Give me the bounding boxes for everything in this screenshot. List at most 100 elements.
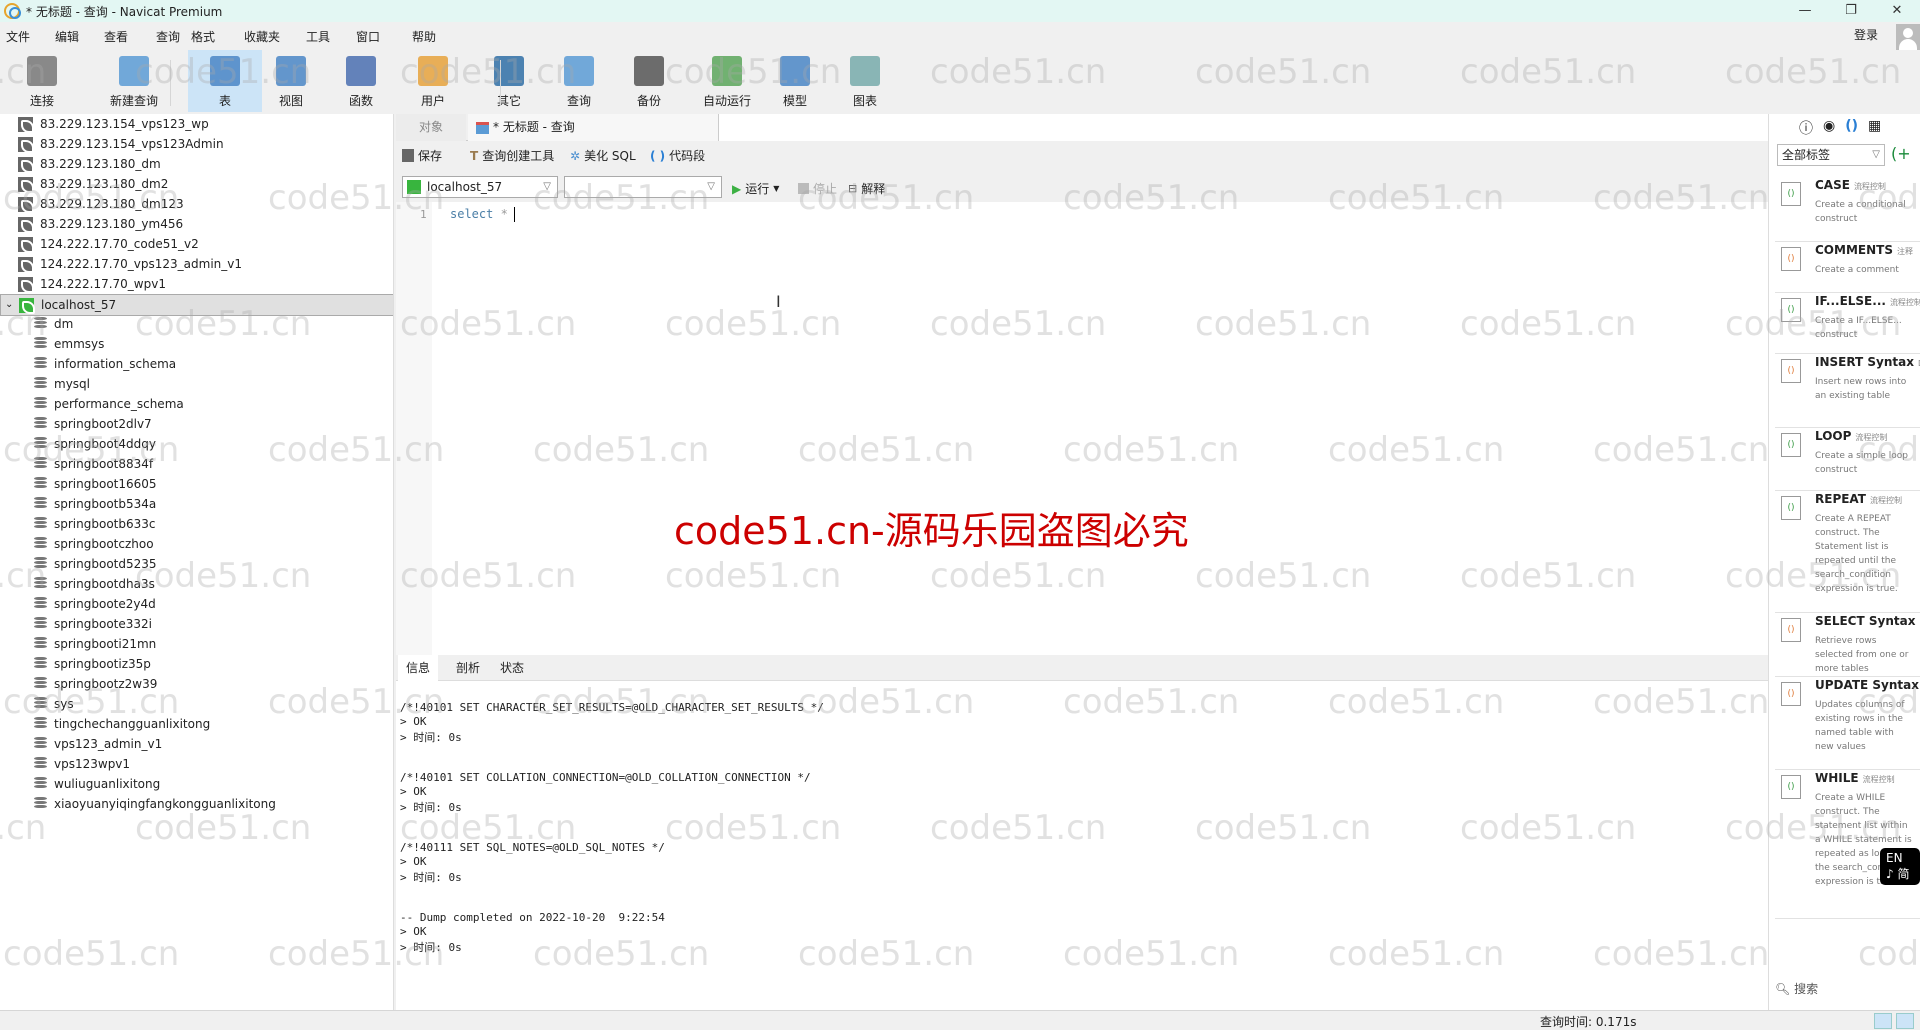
avatar-icon[interactable] — [1896, 24, 1920, 50]
tree-database-item[interactable]: vps123_admin_v1 — [0, 734, 393, 754]
tree-database-item[interactable]: emmsys — [0, 334, 393, 354]
tab-query[interactable]: * 无标题 - 查询 — [468, 114, 718, 141]
tree-database-item[interactable]: springbootiz35p — [0, 654, 393, 674]
result-tab[interactable]: 信息 — [398, 655, 439, 681]
tree-database-item[interactable]: springbootb534a — [0, 494, 393, 514]
menu-item[interactable]: 编辑 — [55, 28, 79, 45]
tree-database-item[interactable]: performance_schema — [0, 394, 393, 414]
tree-connection-item-active[interactable]: ⌄ localhost_57 — [0, 294, 393, 316]
snippet-item[interactable]: () CASE 流程控制 Create a conditional construct — [1775, 176, 1920, 242]
tree-connection-item[interactable]: 83.229.123.180_ym456 — [0, 214, 393, 234]
menu-item[interactable]: 窗口 — [356, 28, 380, 45]
tree-database-item[interactable]: springboote332i — [0, 614, 393, 634]
tree-database-item[interactable]: springboot4ddqy — [0, 434, 393, 454]
snippet-item[interactable]: () COMMENTS 注释 Create a comment — [1775, 241, 1920, 293]
tree-database-item[interactable]: springbootczhoo — [0, 534, 393, 554]
snippet-item[interactable]: () SELECT SyntaxDML Retrieve rows selected… — [1775, 612, 1920, 677]
table-icon — [210, 56, 240, 86]
toolbar-function-button[interactable]: 函数 — [326, 50, 396, 112]
right-panel-toggle-icon[interactable] — [1896, 1013, 1914, 1029]
login-link[interactable]: 登录 — [1854, 26, 1878, 43]
tree-connection-item[interactable]: 83.229.123.154_vps123Admin — [0, 134, 393, 154]
maximize-button[interactable]: ❐ — [1828, 0, 1874, 22]
code-snippet-button[interactable]: ( ) 代码段 — [650, 147, 705, 164]
save-button[interactable]: 保存 — [402, 147, 442, 164]
menu-item[interactable]: 查询 — [156, 28, 180, 45]
tree-connection-item[interactable]: 124.222.17.70_wpv1 — [0, 274, 393, 294]
menu-item[interactable]: 工具 — [306, 28, 330, 45]
snippet-item[interactable]: () INSERT SyntaxDML Insert new rows into a… — [1775, 353, 1920, 428]
stop-button[interactable]: 停止 — [798, 180, 837, 197]
database-name: springboot8834f — [54, 457, 154, 471]
toolbar-user-button[interactable]: 用户 — [398, 50, 468, 112]
grid-layout-icon[interactable]: ▦ — [1868, 118, 1881, 138]
explain-button[interactable]: ⊟ 解释 — [848, 180, 885, 197]
tree-database-item[interactable]: springbootd5235 — [0, 554, 393, 574]
toolbar-connect-button[interactable]: 连接 — [12, 50, 72, 112]
database-select[interactable]: ▽ — [564, 176, 722, 198]
menu-item[interactable]: 文件 — [6, 28, 30, 45]
menu-item[interactable]: 格式 — [191, 28, 215, 45]
toolbar-automation-button[interactable]: 自动运行 — [682, 50, 772, 112]
snippet-search-input[interactable]: 🔍︎ 搜索 — [1775, 980, 1818, 997]
snippet-item[interactable]: () REPEAT 流程控制 Create A REPEAT construct. T… — [1775, 490, 1920, 613]
tree-database-item[interactable]: vps123wpv1 — [0, 754, 393, 774]
tree-database-item[interactable]: springbooti21mn — [0, 634, 393, 654]
tree-database-item[interactable]: dm — [0, 314, 393, 334]
snippet-item[interactable]: () IF...ELSE... 流程控制 Create a IF...ELSE... … — [1775, 292, 1920, 354]
tree-database-item[interactable]: springboot2dlv7 — [0, 414, 393, 434]
tree-database-item[interactable]: springbootb633c — [0, 514, 393, 534]
menu-item[interactable]: 帮助 — [412, 28, 436, 45]
info-icon[interactable]: ⓘ — [1799, 118, 1813, 138]
menu-item[interactable]: 收藏夹 — [244, 28, 280, 45]
beautify-sql-button[interactable]: ✲ 美化 SQL — [570, 147, 636, 164]
snippet-braces-icon[interactable]: () — [1845, 118, 1858, 138]
query-builder-button[interactable]: T 查询创建工具 — [470, 147, 554, 164]
toolbar-new-query-button[interactable]: 新建查询 — [86, 50, 182, 112]
connection-select[interactable]: localhost_57 ▽ — [402, 176, 558, 198]
tree-database-item[interactable]: sys — [0, 694, 393, 714]
tree-database-item[interactable]: mysql — [0, 374, 393, 394]
tree-database-item[interactable]: tingchechangguanlixitong — [0, 714, 393, 734]
toolbar-table-button[interactable]: 表 — [188, 50, 262, 112]
eye-icon[interactable]: ◉ — [1823, 118, 1835, 138]
snippet-item[interactable]: () WHILE 流程控制 Create a WHILE construct. The… — [1775, 769, 1920, 919]
tree-connection-item[interactable]: 83.229.123.180_dm123 — [0, 194, 393, 214]
close-button[interactable]: ✕ — [1874, 0, 1920, 22]
result-tab[interactable]: 状态 — [492, 655, 532, 681]
minimize-button[interactable]: — — [1782, 0, 1828, 22]
tree-database-item[interactable]: springbootz2w39 — [0, 674, 393, 694]
toolbar-backup-button[interactable]: 备份 — [614, 50, 684, 112]
expand-chevron-icon[interactable]: ⌄ — [5, 295, 13, 315]
sql-code[interactable]: select * — [450, 207, 515, 222]
run-button[interactable]: ▶ 运行 ▼ — [732, 180, 779, 197]
tree-database-item[interactable]: springbootdha3s — [0, 574, 393, 594]
tree-database-item[interactable]: xiaoyuanyiqingfangkongguanlixitong — [0, 794, 393, 814]
toolbar-view-button[interactable]: 视图 — [256, 50, 326, 112]
tree-connection-item[interactable]: 83.229.123.154_vps123_wp — [0, 114, 393, 134]
tree-database-item[interactable]: springboot8834f — [0, 454, 393, 474]
toolbar-model-button[interactable]: 模型 — [760, 50, 830, 112]
snippet-item[interactable]: () UPDATE SyntaxDML Updates columns of exi… — [1775, 676, 1920, 770]
tree-connection-item[interactable]: 124.222.17.70_vps123_admin_v1 — [0, 254, 393, 274]
add-snippet-icon[interactable]: (+ — [1891, 144, 1911, 163]
run-dropdown-icon[interactable]: ▼ — [773, 184, 779, 193]
database-icon — [34, 737, 47, 752]
tree-database-item[interactable]: springboote2y4d — [0, 594, 393, 614]
toolbar-chart-button[interactable]: 图表 — [830, 50, 900, 112]
tab-objects[interactable]: 对象 — [396, 114, 466, 141]
snippet-item[interactable]: () LOOP 流程控制 Create a simple loop construct — [1775, 427, 1920, 491]
tree-database-item[interactable]: wuliuguanlixitong — [0, 774, 393, 794]
menu-item[interactable]: 查看 — [104, 28, 128, 45]
toolbar-query-button[interactable]: 查询 — [544, 50, 614, 112]
result-tab[interactable]: 剖析 — [448, 655, 488, 681]
tree-database-item[interactable]: information_schema — [0, 354, 393, 374]
tree-database-item[interactable]: springboot16605 — [0, 474, 393, 494]
tree-connection-item[interactable]: 83.229.123.180_dm2 — [0, 174, 393, 194]
connection-row: localhost_57 ▽ ▽ ▶ 运行 ▼ 停止 ⊟ 解释 — [396, 172, 1768, 200]
tree-connection-item[interactable]: 124.222.17.70_code51_v2 — [0, 234, 393, 254]
toolbar-other-button[interactable]: 其它 — [474, 50, 544, 112]
left-panel-toggle-icon[interactable] — [1874, 1013, 1892, 1029]
tag-filter-select[interactable]: 全部标签 ▽ — [1777, 144, 1885, 166]
tree-connection-item[interactable]: 83.229.123.180_dm — [0, 154, 393, 174]
